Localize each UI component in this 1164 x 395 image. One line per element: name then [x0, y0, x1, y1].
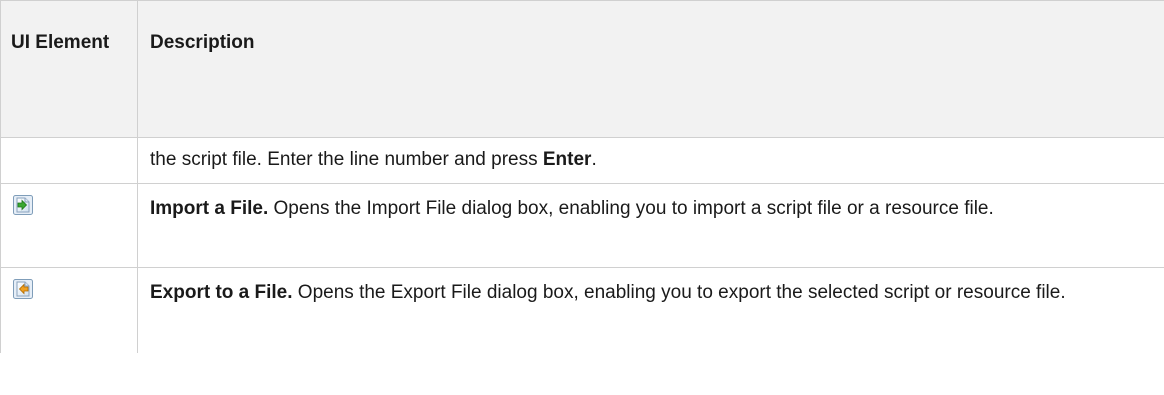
table-row: Export to a File. Opens the Export File …	[0, 267, 1164, 353]
description-bold-key: Enter	[542, 149, 592, 170]
export-file-icon	[12, 278, 34, 300]
description-period: .	[591, 149, 597, 170]
item-description: Opens the Export File dialog box, enabli…	[292, 282, 1066, 303]
item-description: Opens the Import File dialog box, enabli…	[268, 198, 994, 219]
import-file-icon	[12, 194, 34, 216]
ui-element-cell-empty	[0, 137, 138, 184]
description-cell: Export to a File. Opens the Export File …	[137, 267, 1164, 353]
table-row: the script file. Enter the line number a…	[0, 137, 1164, 184]
description-cell: Import a File. Opens the Import File dia…	[137, 183, 1164, 268]
header-description: Description	[137, 0, 1164, 138]
description-text: the script file. Enter the line number a…	[150, 149, 543, 170]
ui-element-table: UI Element Description the script file. …	[0, 0, 1164, 353]
item-title: Export to a File.	[150, 282, 293, 303]
header-ui-element: UI Element	[0, 0, 138, 138]
item-title: Import a File.	[150, 198, 269, 219]
ui-element-cell	[0, 267, 138, 353]
table-header-row: UI Element Description	[0, 0, 1164, 138]
description-cell: the script file. Enter the line number a…	[137, 137, 1164, 184]
table-row: Import a File. Opens the Import File dia…	[0, 183, 1164, 268]
ui-element-cell	[0, 183, 138, 268]
